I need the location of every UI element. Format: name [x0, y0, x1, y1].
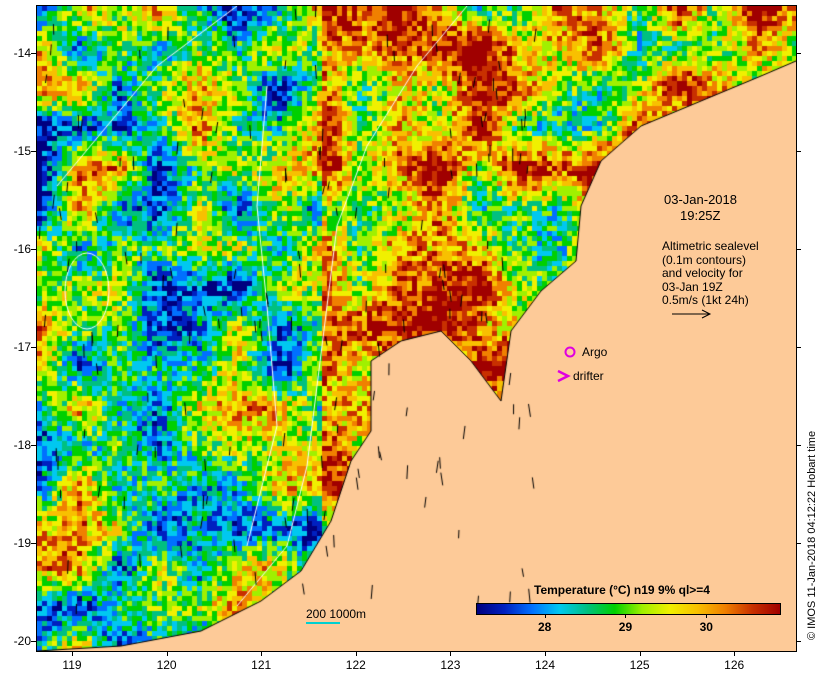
drifter-label: drifter: [573, 369, 604, 383]
lat-tick: [796, 445, 801, 446]
legend-line: 03-Jan 19Z: [662, 279, 723, 294]
colorbar: [476, 603, 781, 615]
lon-tick-label: 120: [156, 658, 177, 672]
lon-tick: [734, 651, 736, 656]
colorbar-tick: [706, 614, 708, 618]
colorbar-title: Temperature (°C) n19 9% ql>=4: [534, 583, 710, 597]
lat-tick-label: -15: [13, 144, 31, 158]
date-label: 03-Jan-2018: [664, 192, 737, 207]
lat-tick: [31, 641, 36, 642]
lat-tick: [31, 543, 36, 544]
lat-tick: [31, 151, 36, 152]
lat-tick-label: -17: [13, 340, 31, 354]
lon-tick-label: 124: [534, 658, 556, 672]
lon-tick: [261, 651, 263, 656]
lat-tick: [796, 53, 801, 54]
lon-tick: [450, 651, 452, 656]
lat-tick: [31, 445, 36, 446]
lat-tick: [31, 249, 36, 250]
argo-marker-icon: [564, 346, 576, 358]
lat-tick-label: -19: [13, 536, 31, 550]
lon-tick-label: 119: [62, 658, 82, 672]
lon-tick-label: 123: [440, 658, 461, 672]
lat-tick-label: -18: [13, 438, 31, 452]
lon-tick-label: 125: [629, 658, 650, 672]
lat-tick-label: -14: [13, 46, 31, 60]
legend-line: and velocity for: [662, 266, 743, 280]
colorbar-tick-label: 29: [618, 620, 633, 634]
lon-tick-label: 122: [345, 658, 366, 672]
colorbar-tick-label: 28: [537, 620, 552, 634]
legend-line: Altimetric sealevel: [662, 239, 759, 253]
lat-tick: [796, 347, 801, 348]
lon-tick: [166, 651, 168, 656]
lat-tick: [31, 53, 36, 54]
lon-tick: [545, 651, 546, 656]
legend-text: Altimetric sealevel (0.1m contours) and …: [662, 239, 759, 308]
lat-tick-label: -20: [13, 634, 31, 648]
drifter-marker-icon: [557, 369, 571, 383]
time-label: 19:25Z: [680, 208, 721, 223]
colorbar-tick: [625, 614, 627, 618]
lon-tick-label: 126: [724, 658, 745, 672]
lon-tick: [639, 651, 641, 656]
lon-tick: [355, 651, 357, 656]
colorbar-tick: [544, 614, 546, 618]
velocity-scale-arrow-icon: [672, 309, 712, 319]
lat-tick: [796, 249, 801, 250]
lon-tick-label: 121: [251, 658, 272, 672]
depth-scale-line: [306, 622, 340, 624]
lat-tick: [796, 641, 801, 642]
lon-tick: [72, 651, 73, 656]
colorbar-tick-label: 30: [699, 620, 713, 634]
sst-map[interactable]: [36, 5, 797, 652]
legend-line: (0.1m contours): [662, 252, 747, 267]
argo-label: Argo: [582, 345, 608, 359]
lat-tick-label: -16: [13, 242, 31, 256]
credit-text: © IMOS 11-Jan-2018 04:12:22 Hobart time: [806, 430, 818, 640]
lat-tick: [796, 543, 801, 544]
lat-tick: [796, 151, 801, 152]
depth-scale-label: 200 1000m: [306, 607, 367, 621]
lat-tick: [31, 347, 36, 348]
legend-line: 0.5m/s (1kt 24h): [662, 293, 749, 307]
